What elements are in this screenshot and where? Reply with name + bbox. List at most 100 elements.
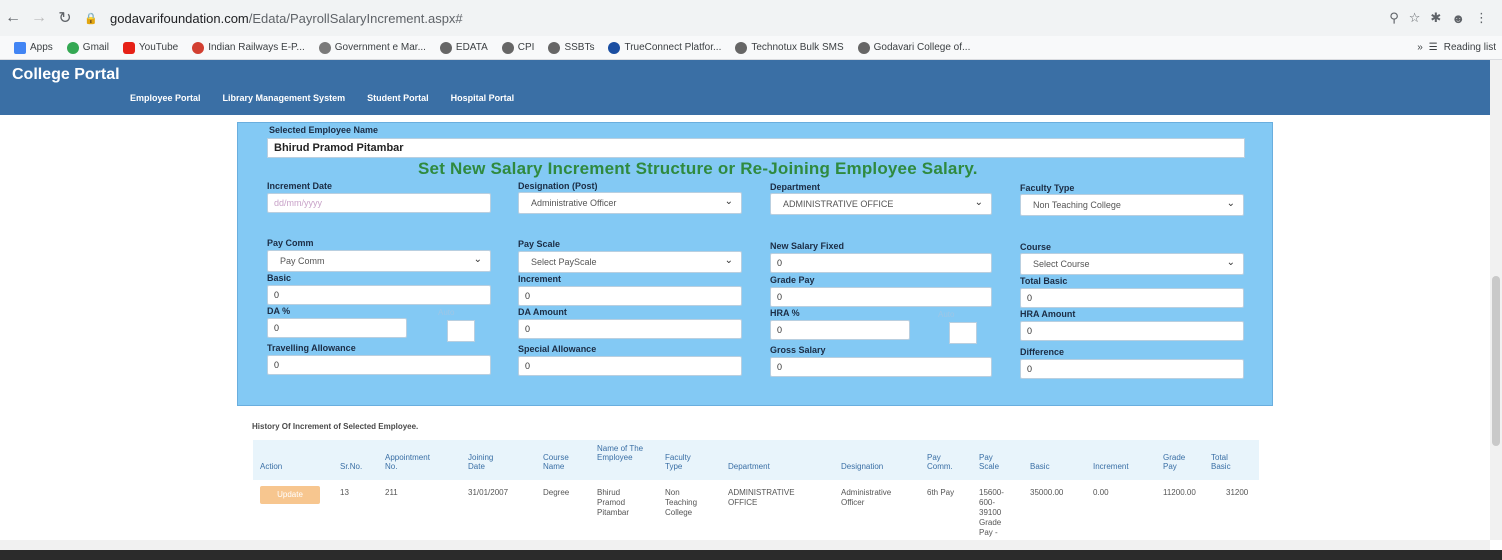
- chevron-down-icon: ⌄: [974, 197, 983, 208]
- hra-amount-label: HRA Amount: [1020, 309, 1076, 319]
- zoom-icon[interactable]: ⚲: [1389, 10, 1399, 26]
- bookmark-gem[interactable]: Government e Mar...: [318, 41, 426, 54]
- cell-increment: 0.00: [1093, 488, 1109, 497]
- course-select[interactable]: Select Course ⌄: [1020, 253, 1244, 275]
- hra-auto-checkbox[interactable]: [949, 322, 977, 344]
- selected-employee-field[interactable]: Bhirud Pramod Pitambar: [267, 138, 1245, 158]
- nav-library-management[interactable]: Library Management System: [223, 93, 346, 103]
- bookmark-trueconnect[interactable]: TrueConnect Platfor...: [608, 41, 721, 54]
- selected-employee-label: Selected Employee Name: [269, 125, 379, 135]
- chevron-more-icon[interactable]: »: [1417, 42, 1423, 53]
- url-host: godavarifoundation.com: [110, 10, 249, 26]
- new-salary-input[interactable]: 0: [770, 253, 992, 273]
- pay-scale-value: Select PayScale: [531, 257, 597, 267]
- bookmark-apps[interactable]: Apps: [14, 41, 53, 54]
- nav-student-portal[interactable]: Student Portal: [367, 93, 429, 103]
- hra-amount-input[interactable]: 0: [1020, 321, 1244, 341]
- address-bar[interactable]: godavarifoundation.com/Edata/PayrollSala…: [110, 11, 463, 26]
- col-basic: Basic: [1030, 462, 1050, 471]
- vertical-scrollbar[interactable]: [1490, 60, 1502, 540]
- bookmark-gmail[interactable]: Gmail: [66, 41, 109, 54]
- special-allowance-input[interactable]: 0: [518, 356, 742, 376]
- globe-icon: [501, 41, 514, 54]
- grade-pay-label: Grade Pay: [770, 275, 815, 285]
- nav-hospital-portal[interactable]: Hospital Portal: [451, 93, 515, 103]
- nav-employee-portal[interactable]: Employee Portal: [130, 93, 201, 103]
- designation-value: Administrative Officer: [531, 198, 617, 208]
- lock-icon: 🔒: [84, 12, 98, 25]
- pay-scale-label: Pay Scale: [518, 239, 561, 249]
- bookmark-technotux[interactable]: Technotux Bulk SMS: [735, 41, 844, 54]
- bookmark-cpi[interactable]: CPI: [501, 41, 534, 54]
- chevron-down-icon: ⌄: [473, 254, 482, 265]
- history-title: History Of Increment of Selected Employe…: [252, 422, 419, 431]
- bookmark-irctc[interactable]: Indian Railways E-P...: [192, 41, 305, 54]
- cell-department: ADMINISTRATIVE OFFICE: [728, 488, 795, 507]
- globe-icon: [735, 41, 748, 54]
- gross-salary-input[interactable]: 0: [770, 357, 992, 377]
- travel-allowance-input[interactable]: 0: [267, 355, 491, 375]
- increment-date-label: Increment Date: [267, 181, 333, 191]
- course-label: Course: [1020, 242, 1052, 252]
- horizontal-scrollbar[interactable]: [0, 540, 1490, 550]
- col-employee-name: Name of The Employee: [597, 444, 644, 462]
- da-amount-label: DA Amount: [518, 307, 567, 317]
- globe-icon: [548, 41, 561, 54]
- star-icon[interactable]: ☆: [1409, 10, 1421, 26]
- scroll-thumb[interactable]: [1492, 276, 1500, 446]
- increment-date-input[interactable]: dd/mm/yyyy: [267, 193, 491, 213]
- chevron-down-icon: ⌄: [724, 255, 733, 266]
- designation-select[interactable]: Administrative Officer ⌄: [518, 192, 742, 214]
- cell-pay-scale: 15600-600-39100 Grade Pay -: [979, 488, 1004, 537]
- da-amount-input[interactable]: 0: [518, 319, 742, 339]
- bookmark-youtube[interactable]: YouTube: [122, 41, 178, 54]
- menu-icon[interactable]: ⋮: [1475, 10, 1488, 26]
- chevron-down-icon: ⌄: [724, 196, 733, 207]
- reading-list-label[interactable]: Reading list: [1444, 42, 1496, 53]
- bookmark-ssbts[interactable]: SSBTs: [548, 41, 594, 54]
- hra-pct-label: HRA %: [770, 308, 800, 318]
- pay-comm-select[interactable]: Pay Comm ⌄: [267, 250, 491, 272]
- basic-input[interactable]: 0: [267, 285, 491, 305]
- department-select[interactable]: ADMINISTRATIVE OFFICE ⌄: [770, 193, 992, 215]
- bookmark-edata[interactable]: EDATA: [439, 41, 488, 54]
- travel-allowance-label: Travelling Allowance: [267, 343, 356, 353]
- app-title: College Portal: [12, 66, 120, 83]
- update-button[interactable]: Update: [260, 486, 320, 504]
- increment-input[interactable]: 0: [518, 286, 742, 306]
- os-taskbar: [0, 550, 1502, 560]
- pay-comm-label: Pay Comm: [267, 238, 314, 248]
- bookmark-godavari[interactable]: Godavari College of...: [857, 41, 970, 54]
- cell-designation: Administrative Officer: [841, 488, 892, 507]
- extensions-icon[interactable]: ✱: [1430, 10, 1441, 26]
- total-basic-input[interactable]: 0: [1020, 288, 1244, 308]
- youtube-icon: [122, 41, 135, 54]
- hra-pct-input[interactable]: 0: [770, 320, 910, 340]
- reading-list-icon[interactable]: ☰: [1429, 42, 1438, 53]
- da-pct-input[interactable]: 0: [267, 318, 407, 338]
- col-faculty-type: Faculty Type: [665, 453, 691, 471]
- cell-grade-pay: 11200.00: [1163, 488, 1196, 497]
- faculty-type-value: Non Teaching College: [1033, 200, 1121, 210]
- difference-input[interactable]: 0: [1020, 359, 1244, 379]
- reload-icon[interactable]: ↻: [52, 5, 78, 31]
- app-nav: Employee Portal Library Management Syste…: [130, 93, 514, 103]
- da-auto-label: Auto: [438, 308, 455, 317]
- gem-icon: [318, 41, 331, 54]
- chevron-down-icon: ⌄: [1226, 257, 1235, 268]
- da-auto-checkbox[interactable]: [447, 320, 475, 342]
- profile-icon[interactable]: ☻: [1451, 11, 1465, 26]
- cell-total-basic: 31200: [1226, 488, 1249, 497]
- back-icon[interactable]: ←: [0, 5, 26, 31]
- department-label: Department: [770, 182, 821, 192]
- forward-icon[interactable]: →: [26, 5, 52, 31]
- da-pct-label: DA %: [267, 306, 291, 316]
- pay-scale-select[interactable]: Select PayScale ⌄: [518, 251, 742, 273]
- url-path: /Edata/PayrollSalaryIncrement.aspx#: [248, 10, 463, 26]
- col-total-basic: Total Basic: [1211, 453, 1231, 471]
- increment-label: Increment: [518, 274, 562, 284]
- pay-comm-value: Pay Comm: [280, 256, 325, 266]
- faculty-type-select[interactable]: Non Teaching College ⌄: [1020, 194, 1244, 216]
- grade-pay-input[interactable]: 0: [770, 287, 992, 307]
- browser-toolbar: ← → ↻ 🔒 godavarifoundation.com/Edata/Pay…: [0, 0, 1502, 36]
